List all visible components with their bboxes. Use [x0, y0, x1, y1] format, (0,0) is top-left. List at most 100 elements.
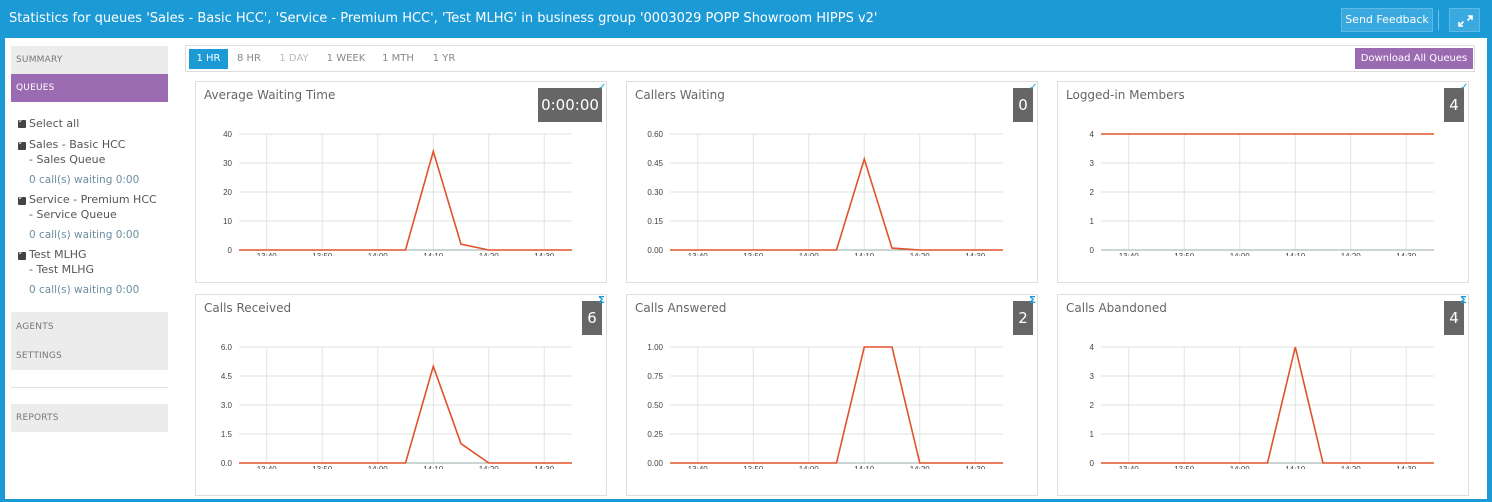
sidebar-item-settings[interactable]: SETTINGS [11, 342, 168, 370]
data-point [1294, 133, 1296, 135]
x-tick-label: 14:30 [1396, 252, 1417, 256]
y-tick-label: 0.60 [647, 130, 663, 139]
y-tick-label: 4 [1090, 130, 1095, 139]
range-button-8hr[interactable]: 8 HR [233, 49, 265, 69]
data-point [293, 249, 295, 251]
data-point [238, 249, 240, 251]
range-button-1hr[interactable]: 1 HR [189, 49, 228, 69]
pulse-icon[interactable]: ✓ [1460, 82, 1470, 94]
card-title: Calls Answered [635, 301, 727, 315]
data-point [1211, 133, 1213, 135]
data-point [808, 462, 810, 464]
queue-checkbox-service[interactable] [18, 193, 26, 205]
data-point [1155, 133, 1157, 135]
sidebar-item-agents[interactable]: AGENTS [11, 313, 168, 341]
x-tick-label: 13:50 [1174, 252, 1195, 256]
y-tick-label: 0 [1090, 459, 1095, 468]
page-title: Statistics for queues 'Sales - Basic HCC… [9, 11, 878, 26]
x-tick-label: 14:20 [479, 465, 500, 469]
data-point [863, 346, 865, 348]
download-all-queues-button[interactable]: Download All Queues [1355, 48, 1473, 69]
data-point [1433, 462, 1435, 464]
chart-logged-in-members: 0 1 2 3 4 13:40 13:50 14:00 14:10 14:20 14:30 [1090, 130, 1435, 256]
queue-name-service: Service - Premium HCC [29, 193, 157, 206]
y-tick-label: 0.45 [647, 159, 663, 168]
chart-callers-waiting: 0.00 0.15 0.30 0.45 0.60 13:40 13:50 14:00 14:10… [647, 130, 1003, 256]
data-point [266, 462, 268, 464]
data-point [515, 249, 517, 251]
data-point [1128, 462, 1130, 464]
y-tick-label: 3.0 [221, 401, 233, 410]
send-feedback-button[interactable]: Send Feedback [1341, 8, 1433, 32]
select-all-checkbox[interactable] [18, 116, 26, 128]
y-tick-label: 6.0 [221, 343, 233, 352]
y-tick-label: 0.0 [221, 459, 233, 468]
data-point [1211, 462, 1213, 464]
y-tick-label: 3 [1090, 372, 1095, 381]
sidebar-item-summary[interactable]: SUMMARY [11, 46, 168, 74]
card-calls-received: Calls Received 6 Σ 0.01.53.04.56.013:401… [195, 294, 607, 496]
time-range-bar: 1 HR 8 HR 1 DAY 1 WEEK 1 MTH 1 YR Downlo… [185, 45, 1475, 72]
data-point [1350, 133, 1352, 135]
x-tick-label: 14:10 [423, 465, 444, 469]
data-point [571, 249, 573, 251]
data-point [1377, 133, 1379, 135]
x-tick-label: 14:20 [1341, 252, 1362, 256]
y-tick-label: 4.5 [221, 372, 233, 381]
data-point [1322, 133, 1324, 135]
data-point [1433, 133, 1435, 135]
data-point [724, 249, 726, 251]
y-tick-label: 4 [1090, 343, 1095, 352]
data-point [974, 249, 976, 251]
pulse-icon[interactable]: ✓ [1029, 82, 1039, 94]
card-title: Callers Waiting [635, 88, 725, 102]
range-button-1yr[interactable]: 1 YR [430, 49, 458, 69]
data-point [543, 249, 545, 251]
x-tick-label: 13:40 [688, 465, 709, 469]
queue-checkbox-test[interactable] [18, 248, 26, 260]
queue-waiting-sales: 0 call(s) waiting 0:00 [29, 174, 140, 186]
sigma-icon[interactable]: Σ [598, 295, 608, 307]
y-tick-label: 0.30 [647, 188, 663, 197]
data-point [266, 249, 268, 251]
queue-list-panel [11, 102, 168, 312]
data-point [543, 462, 545, 464]
x-tick-label: 13:40 [688, 252, 709, 256]
x-tick-label: 13:50 [312, 465, 333, 469]
chart-calls-answered: 0.00 0.25 0.50 0.75 1.00 13:40 13:50 14:00 14:10… [647, 343, 1004, 469]
data-point [377, 462, 379, 464]
sidebar-item-queues[interactable]: QUEUES [11, 74, 168, 102]
data-point [1100, 462, 1102, 464]
title-bar: Statistics for queues 'Sales - Basic HCC… [0, 0, 1492, 38]
x-tick-label: 14:10 [854, 465, 875, 469]
data-point [1002, 462, 1004, 464]
queue-waiting-test: 0 call(s) waiting 0:00 [29, 284, 140, 296]
expand-icon [1458, 15, 1473, 27]
queue-checkbox-sales[interactable] [18, 138, 26, 150]
series-line [670, 156, 1003, 251]
expand-button[interactable] [1449, 8, 1480, 32]
sigma-icon[interactable]: Σ [1029, 295, 1039, 307]
card-logged-in-members: Logged-in Members 4 ✓ 0 1 2 3 4 13:40 13:50 14:… [1057, 81, 1469, 283]
sidebar-item-reports[interactable]: REPORTS [11, 404, 168, 432]
data-point [724, 462, 726, 464]
data-point [1405, 133, 1407, 135]
chart-calls-received: 0.0 1.5 3.0 4.5 6.0 13:40 13:50 14:00 14:10 14:20… [221, 343, 572, 469]
y-tick-label: 2 [1090, 188, 1095, 197]
y-tick-label: 20 [223, 188, 232, 197]
range-button-1day[interactable]: 1 DAY [277, 49, 311, 69]
range-button-1mth[interactable]: 1 MTH [379, 49, 417, 69]
queue-name-sales: Sales - Basic HCC [29, 138, 126, 151]
y-tick-label: 0.00 [647, 246, 663, 255]
card-title: Calls Received [204, 301, 292, 315]
data-point [377, 249, 379, 251]
sigma-icon[interactable]: Σ [1460, 295, 1470, 307]
x-tick-label: 14:30 [534, 252, 555, 256]
x-tick-label: 13:40 [257, 252, 278, 256]
pulse-icon[interactable]: ✓ [598, 82, 608, 94]
data-point [1128, 133, 1130, 135]
y-tick-label: 0.75 [647, 372, 663, 381]
y-tick-label: 0.25 [647, 430, 663, 439]
range-button-1week[interactable]: 1 WEEK [324, 49, 368, 69]
data-point [432, 150, 434, 152]
